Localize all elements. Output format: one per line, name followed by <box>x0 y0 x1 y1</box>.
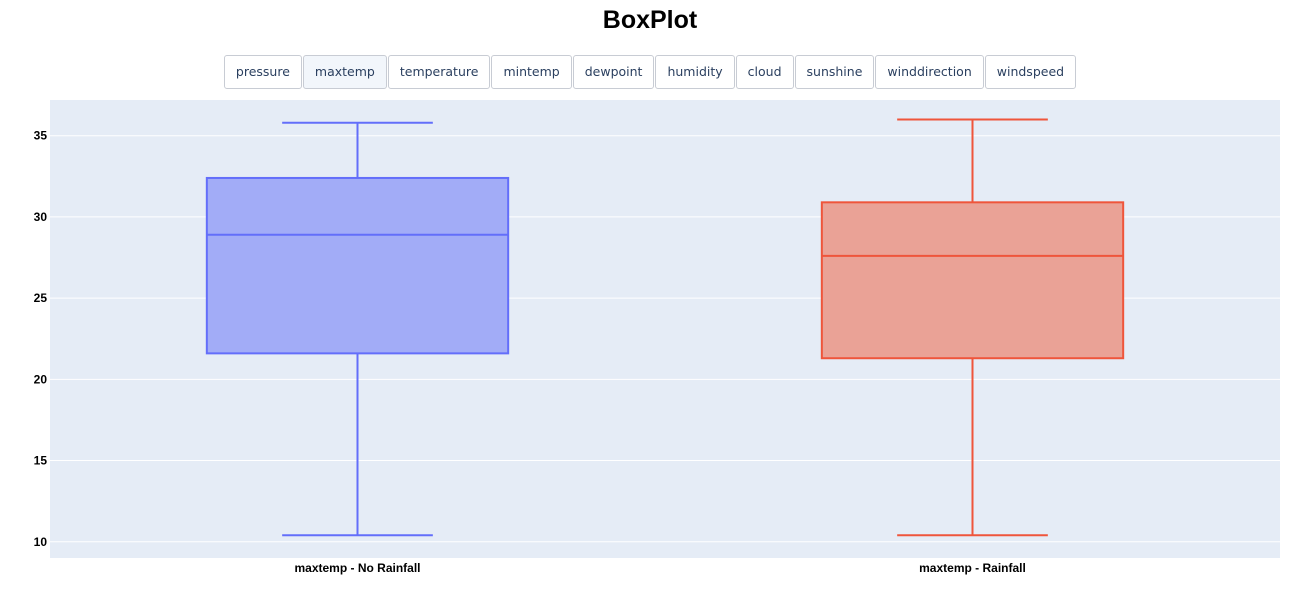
boxplot-chart: 10 15 20 25 30 35 maxtemp - No Rainfall maxtemp… <box>34 100 1280 575</box>
iqr-box <box>820 201 1125 360</box>
y-tick-label: 10 <box>34 535 48 549</box>
y-tick-label: 25 <box>34 291 48 305</box>
x-tick-label: maxtemp - Rainfall <box>919 561 1026 575</box>
y-tick-label: 30 <box>34 210 48 224</box>
y-tick-label: 15 <box>34 454 48 468</box>
y-tick-label: 35 <box>34 129 48 143</box>
x-tick-label: maxtemp - No Rainfall <box>294 561 420 575</box>
y-tick-label: 20 <box>34 372 48 386</box>
iqr-box <box>205 176 510 355</box>
